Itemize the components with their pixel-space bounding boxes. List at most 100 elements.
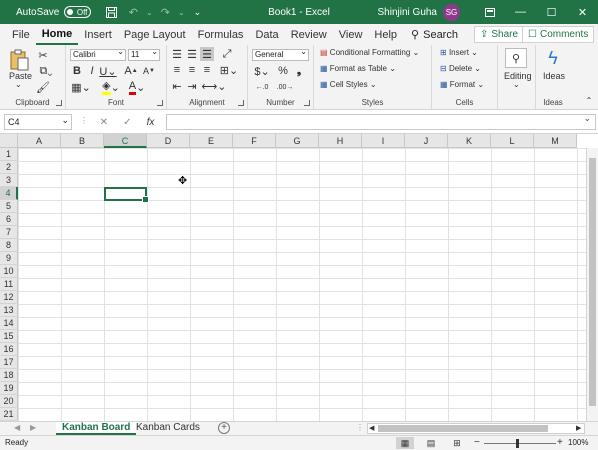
share-button[interactable]: ⇪ Share [474, 26, 525, 43]
align-center-icon[interactable]: ≡ [185, 63, 199, 77]
active-cell[interactable] [104, 187, 149, 203]
column-header[interactable]: G [276, 134, 319, 148]
tab-review[interactable]: Review [285, 24, 333, 45]
row-header[interactable]: 6 [0, 213, 18, 226]
undo-icon[interactable]: ↶ [123, 2, 143, 22]
format-as-table-button[interactable]: ▦ Format as Table ⌄ [320, 64, 396, 73]
tabs-splitter-icon[interactable]: ⋮ [356, 423, 364, 432]
select-all-corner[interactable] [0, 134, 18, 148]
underline-icon[interactable]: U⌄ [99, 64, 117, 78]
zoom-in-icon[interactable]: + [557, 437, 563, 448]
horizontal-scroll-thumb[interactable] [378, 425, 548, 432]
row-header[interactable]: 2 [0, 161, 18, 174]
column-header[interactable]: F [233, 134, 276, 148]
column-header[interactable]: D [147, 134, 190, 148]
ideas-lightning-icon[interactable]: ϟ [544, 47, 562, 69]
orientation-icon[interactable]: ⤢ [219, 47, 235, 61]
number-format-select[interactable]: General [252, 47, 309, 61]
paste-dropdown-icon[interactable]: ⌄ [15, 80, 22, 89]
row-header[interactable]: 19 [0, 382, 18, 395]
column-header[interactable]: A [18, 134, 61, 148]
tab-home[interactable]: Home [35, 24, 79, 45]
page-break-view-icon[interactable]: ⊞ [448, 437, 466, 449]
row-header[interactable]: 15 [0, 330, 18, 343]
font-size-select[interactable]: 11 [128, 47, 160, 61]
align-bottom-icon[interactable]: ☰ [200, 47, 214, 61]
formula-input[interactable] [166, 113, 596, 130]
column-header[interactable]: B [61, 134, 104, 148]
ribbon-display-icon[interactable] [474, 0, 505, 24]
scroll-left-icon[interactable]: ◀ [369, 424, 374, 432]
increase-decimal-icon[interactable]: ←.0 [252, 80, 272, 94]
borders-icon[interactable]: ▦⌄ [70, 80, 92, 94]
conditional-formatting-button[interactable]: ▤ Conditional Formatting ⌄ [320, 48, 419, 57]
row-header[interactable]: 12 [0, 291, 18, 304]
column-header[interactable]: K [448, 134, 491, 148]
fill-color-icon[interactable]: ◈ ⌄ [100, 80, 122, 95]
find-icon[interactable]: ⚲ [505, 48, 527, 68]
font-name-select[interactable]: Calibri [70, 47, 126, 61]
merge-center-icon[interactable]: ⟷⌄ [202, 79, 227, 93]
column-header[interactable]: J [405, 134, 448, 148]
column-header[interactable]: L [491, 134, 534, 148]
row-header[interactable]: 3 [0, 174, 18, 187]
maximize-icon[interactable]: ☐ [536, 0, 567, 24]
row-header[interactable]: 21 [0, 408, 18, 421]
zoom-out-icon[interactable]: − [474, 437, 480, 448]
row-header[interactable]: 9 [0, 252, 18, 265]
font-launcher-icon[interactable] [157, 100, 163, 106]
collapse-ribbon-icon[interactable]: ⌃ [584, 95, 594, 105]
tab-insert[interactable]: Insert [78, 24, 118, 45]
autosave-toggle[interactable]: Off [64, 6, 92, 18]
column-header[interactable]: C [104, 134, 147, 148]
clipboard-launcher-icon[interactable] [56, 100, 62, 106]
tab-file[interactable]: File [6, 24, 36, 45]
tab-formulas[interactable]: Formulas [192, 24, 250, 45]
sheet-tab-kanban-cards[interactable]: Kanban Cards [130, 422, 206, 435]
align-right-icon[interactable]: ≡ [200, 63, 214, 77]
zoom-slider[interactable] [484, 443, 556, 444]
normal-view-icon[interactable]: ▦ [396, 437, 414, 449]
row-header[interactable]: 1 [0, 148, 18, 161]
editing-dropdown-icon[interactable]: ⌄ [513, 80, 520, 89]
redo-icon[interactable]: ↷ [155, 2, 175, 22]
vertical-scroll-thumb[interactable] [589, 158, 596, 406]
row-header[interactable]: 18 [0, 369, 18, 382]
user-name[interactable]: Shinjini Guha [378, 7, 437, 18]
name-box[interactable]: C4 [4, 113, 72, 130]
row-header[interactable]: 16 [0, 343, 18, 356]
save-icon[interactable] [101, 2, 121, 22]
number-launcher-icon[interactable] [304, 100, 310, 106]
column-header[interactable]: H [319, 134, 362, 148]
vertical-scrollbar[interactable] [586, 148, 598, 421]
column-header[interactable]: E [190, 134, 233, 148]
avatar[interactable]: SG [443, 3, 460, 21]
cut-icon[interactable]: ✂ [36, 48, 50, 62]
column-header[interactable]: M [534, 134, 577, 148]
tab-help[interactable]: Help [368, 24, 403, 45]
column-header[interactable]: I [362, 134, 405, 148]
row-header[interactable]: 13 [0, 304, 18, 317]
undo-dropdown-icon[interactable]: ⌄ [145, 2, 153, 22]
zoom-level[interactable]: 100% [568, 438, 588, 447]
row-header[interactable]: 8 [0, 239, 18, 252]
bold-icon[interactable]: B [70, 64, 84, 78]
cancel-entry-icon[interactable]: ✕ [100, 117, 108, 128]
search-box[interactable]: ⚲ Search [411, 28, 462, 42]
font-color-icon[interactable]: A ⌄ [126, 80, 148, 95]
row-header[interactable]: 20 [0, 395, 18, 408]
format-painter-icon[interactable]: 🖌 [36, 80, 50, 94]
close-icon[interactable]: ✕ [567, 0, 598, 24]
paste-icon[interactable] [8, 49, 30, 71]
align-left-icon[interactable]: ≡ [170, 63, 184, 77]
insert-cells-button[interactable]: ⊞ Insert ⌄ [440, 48, 478, 57]
zoom-slider-handle[interactable] [516, 439, 519, 448]
minimize-icon[interactable]: — [505, 0, 536, 24]
percent-icon[interactable]: % [276, 64, 290, 78]
confirm-entry-icon[interactable]: ✓ [123, 117, 131, 128]
row-header[interactable]: 7 [0, 226, 18, 239]
add-sheet-icon[interactable]: + [218, 422, 230, 434]
increase-font-icon[interactable]: A ▲ [124, 64, 138, 78]
align-middle-icon[interactable]: ☰ [185, 47, 199, 61]
align-top-icon[interactable]: ☰ [170, 47, 184, 61]
